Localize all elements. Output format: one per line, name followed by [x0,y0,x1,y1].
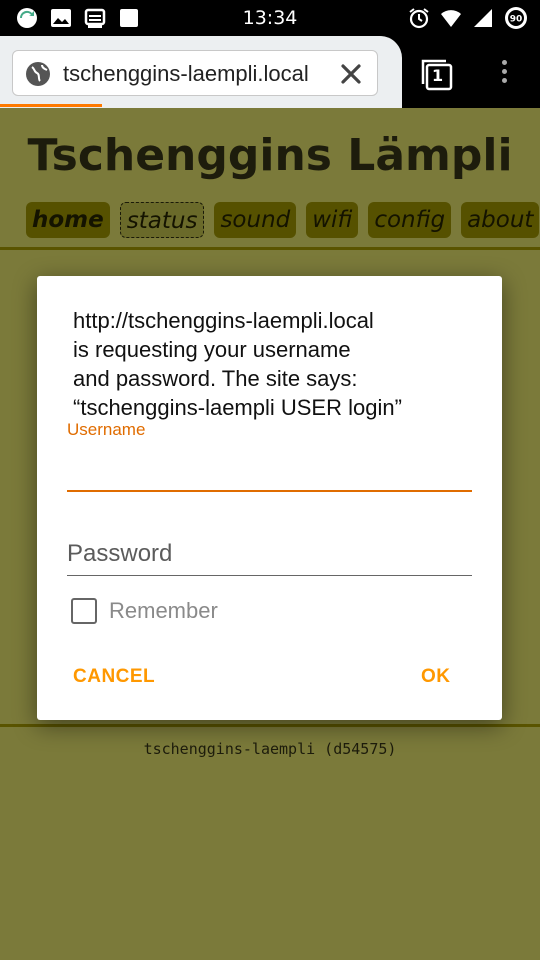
nav-status[interactable]: status [119,202,205,238]
browser-toolbar: tschenggins-laempli.local 1 [0,36,540,108]
tab-switcher-button[interactable]: 1 [420,58,456,92]
tab-count: 1 [432,66,444,85]
overflow-menu-button[interactable] [494,56,514,88]
divider [0,724,540,727]
dialog-message-line: http://tschenggins-laempli.local [73,308,374,333]
url-bar-container: tschenggins-laempli.local [0,36,402,108]
url-text[interactable]: tschenggins-laempli.local [63,61,309,87]
battery-level: 90 [510,15,523,25]
wifi-icon [441,10,461,27]
site-nav: home status sound wifi config about [26,202,540,238]
dialog-message-line: is requesting your username [73,337,351,362]
status-bar: 13:34 90 [0,0,540,36]
auth-dialog: http://tschenggins-laempli.local is requ… [37,276,502,720]
dialog-message-line: and password. The site says: [73,366,358,391]
page-footer: tschenggins-laempli (d54575) [143,740,397,758]
ok-button[interactable]: OK [421,666,451,688]
cancel-button[interactable]: CANCEL [73,666,155,688]
page-load-progress [0,104,102,107]
signal-icon [474,9,492,27]
close-icon[interactable] [337,60,365,88]
nav-wifi[interactable]: wifi [306,202,359,238]
remember-checkbox[interactable]: Remember [71,598,218,624]
nav-about[interactable]: about [461,202,540,238]
dialog-message: http://tschenggins-laempli.local is requ… [73,306,483,422]
dialog-message-line: “tschenggins-laempli USER login” [73,395,402,420]
nav-home[interactable]: home [26,202,110,238]
divider [0,247,540,250]
page-title: Tschenggins Lämpli [27,130,513,181]
password-field[interactable] [67,532,472,576]
battery-icon: 90 [505,7,527,29]
globe-icon [26,62,50,86]
username-label: Username [67,420,146,439]
nav-sound[interactable]: sound [214,202,297,238]
remember-label: Remember [109,598,218,623]
nav-config[interactable]: config [368,202,452,238]
alarm-icon [409,8,429,29]
checkbox-box[interactable] [71,598,97,624]
url-bar[interactable]: tschenggins-laempli.local [12,50,378,96]
username-field[interactable] [67,448,472,492]
system-icons: 90 [408,6,528,30]
